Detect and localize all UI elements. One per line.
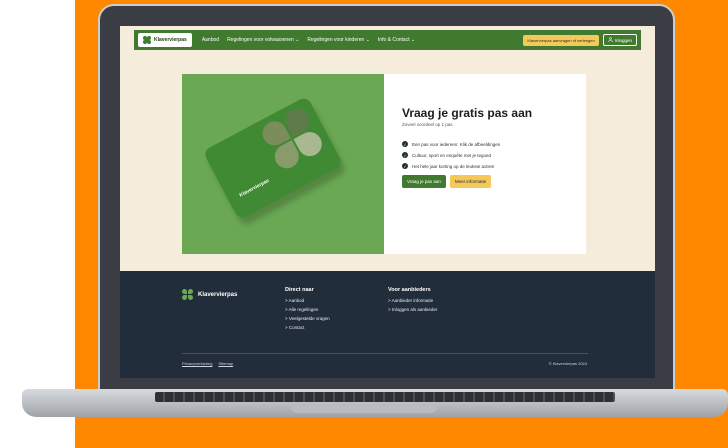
copyright: © Klavervierpas 2024 [548, 361, 587, 366]
footer-link-faq[interactable]: > Veelgestelde vragen [285, 316, 330, 321]
nav-item-info-contact[interactable]: Info & Contact ⌄ [378, 37, 415, 43]
login-button[interactable]: Inloggen [602, 34, 637, 46]
clover-icon [143, 36, 151, 44]
footer-logo-text: Klavervierpas [198, 292, 238, 298]
nav-item-aanbod[interactable]: Aanbod [202, 37, 219, 43]
sitemap-link[interactable]: Sitemap [218, 361, 233, 366]
hero-content: Vraag je gratis pas aan Zoveel voordeel … [384, 74, 586, 254]
privacy-link[interactable]: Privacyverklaring [182, 361, 212, 366]
card-brand-text: Klavervierpas [238, 177, 271, 199]
nav-links: Aanbod Regelingen voor volwassenen ⌄ Reg… [202, 37, 415, 43]
footer-column-aanbieders: Voor aanbieders > Aanbieder informatie >… [388, 287, 437, 316]
benefit-text: Een pas voor iedereen: Klik de afbeeldin… [412, 141, 501, 147]
clover-icon [182, 289, 194, 301]
hero-buttons: Vraag je pas aan Meer informatie [402, 175, 568, 188]
list-item: ✓ Cultuur, sport en enquête met je tegoe… [402, 152, 568, 158]
hero-title: Vraag je gratis pas aan [402, 106, 533, 120]
nav-item-kinderen[interactable]: Regelingen voor kinderen ⌄ [307, 37, 370, 43]
more-info-button[interactable]: Meer informatie [449, 175, 492, 188]
hero-section: Klavervierpas Vraag je gratis pas aan Zo… [182, 74, 586, 254]
footer-link-aanbieder-login[interactable]: > Inloggen als aanbieder [388, 307, 437, 312]
request-pass-button[interactable]: Vraag je pas aan [402, 175, 446, 188]
pass-image: Klavervierpas [182, 74, 384, 254]
footer-column-direct: Direct naar > Aanbod > Alle regelingen >… [285, 287, 330, 334]
top-navigation: Klavervierpas Aanbod Regelingen voor vol… [134, 30, 641, 50]
logo-text: Klavervierpas [154, 37, 187, 43]
benefit-list: ✓ Een pas voor iedereen: Klik de afbeeld… [402, 141, 568, 169]
footer-heading: Voor aanbieders [388, 287, 431, 293]
laptop-hinge [290, 404, 438, 413]
benefit-text: Cultuur, sport en enquête met je tegoed [412, 152, 492, 158]
list-item: ✓ Een pas voor iedereen: Klik de afbeeld… [402, 141, 568, 147]
site-logo[interactable]: Klavervierpas [138, 33, 192, 47]
user-icon [607, 37, 613, 43]
browser-screen: Klavervierpas Aanbod Regelingen voor vol… [120, 26, 655, 378]
footer-logo[interactable]: Klavervierpas [182, 289, 237, 301]
nav-item-volwassenen[interactable]: Regelingen voor volwassenen ⌄ [227, 37, 299, 43]
footer-link-aanbod[interactable]: > Aanbod [285, 298, 330, 303]
footer-divider [182, 353, 588, 354]
footer-link-contact[interactable]: > Contact [285, 325, 330, 330]
hero-subtitle: Zoveel voordeel op 1 pas [402, 122, 453, 127]
footer-link-regelingen[interactable]: > Alle regelingen [285, 307, 330, 312]
login-label: Inloggen [614, 37, 632, 43]
nav-actions: Klavervierpas aanvragen of verlengen Inl… [523, 34, 637, 46]
footer-heading: Direct naar [285, 287, 314, 293]
apply-renew-button[interactable]: Klavervierpas aanvragen of verlengen [523, 34, 599, 46]
check-icon: ✓ [402, 141, 408, 147]
site-footer: Klavervierpas Direct naar > Aanbod > All… [120, 271, 655, 378]
laptop-keyboard [155, 392, 615, 402]
footer-link-aanbieder-info[interactable]: > Aanbieder informatie [388, 298, 437, 303]
footer-legal-links: Privacyverklaring Sitemap [182, 361, 233, 366]
check-icon: ✓ [402, 163, 408, 169]
benefit-text: Het hele jaar korting op de leukste acti… [412, 163, 495, 169]
list-item: ✓ Het hele jaar korting op de leukste ac… [402, 163, 568, 169]
klavervierpas-card: Klavervierpas [202, 95, 344, 221]
check-icon: ✓ [402, 152, 408, 158]
